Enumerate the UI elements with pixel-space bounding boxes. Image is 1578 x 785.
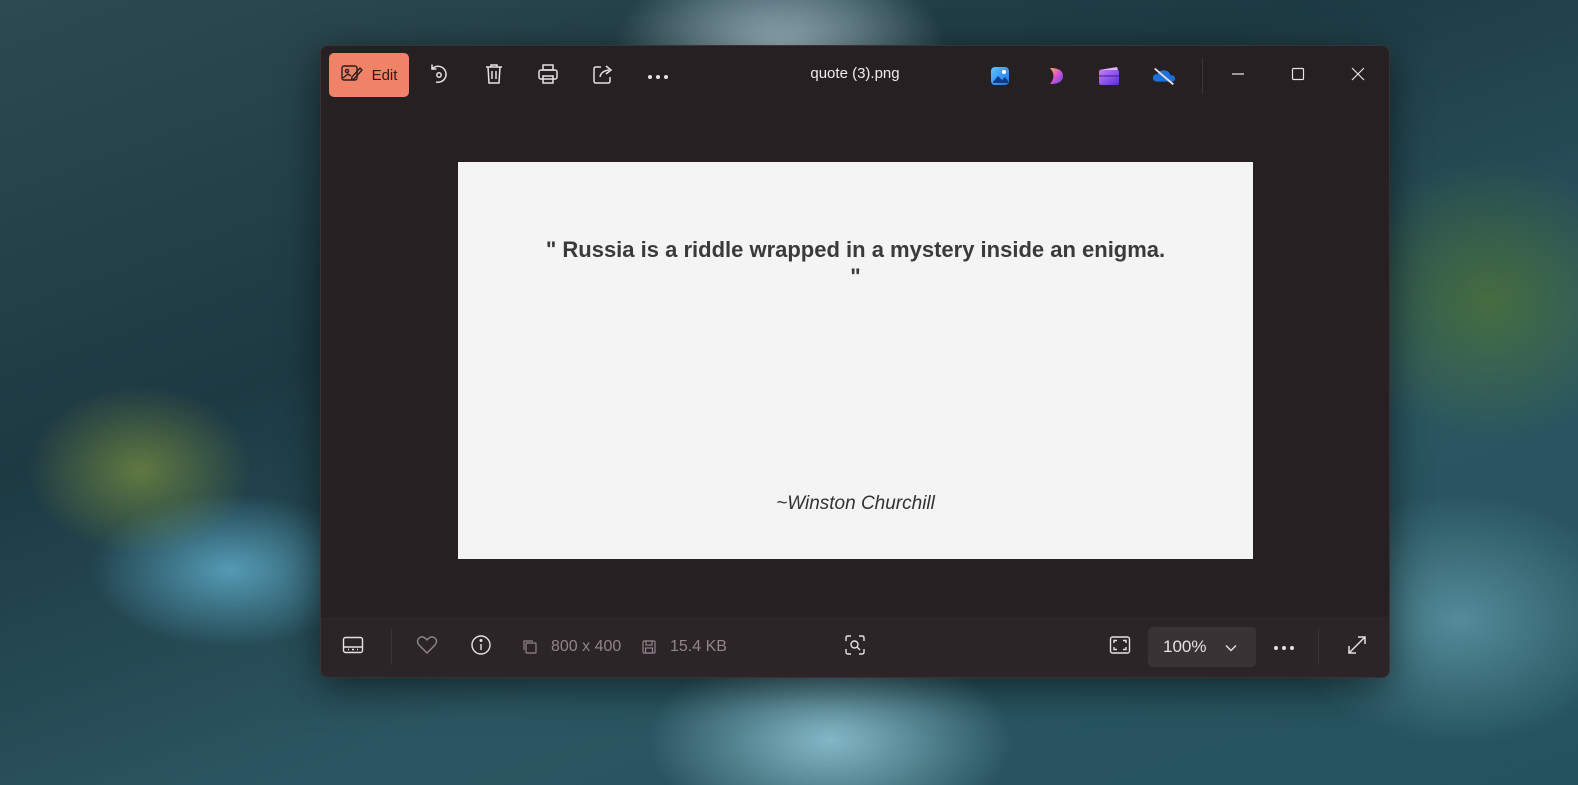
dimensions-icon <box>522 639 538 660</box>
zoom-level: 100% <box>1163 637 1207 656</box>
file-size-icon <box>641 639 657 660</box>
quote-text: " Russia is a riddle wrapped in a myster… <box>458 236 1253 290</box>
photos-app-icon[interactable] <box>987 63 1013 89</box>
rotate-icon <box>428 63 450 90</box>
bottom-more-button[interactable] <box>1262 625 1306 669</box>
close-button[interactable] <box>1334 54 1382 98</box>
zoom-dropdown[interactable]: 100% <box>1148 627 1256 667</box>
window-title: quote (3).png <box>810 65 900 82</box>
expand-icon <box>1347 635 1367 660</box>
filmstrip-button[interactable] <box>331 625 375 669</box>
file-info-button[interactable] <box>459 625 503 669</box>
photos-window: Edit quote (3).png " Russia is a riddle … <box>320 45 1390 678</box>
edit-button[interactable]: Edit <box>329 53 409 97</box>
bottombar-divider-right <box>1318 629 1319 665</box>
video-editor-icon[interactable] <box>1096 63 1122 89</box>
print-button[interactable] <box>526 54 570 98</box>
share-icon <box>592 63 614 90</box>
rotate-button[interactable] <box>417 54 461 98</box>
edit-label: Edit <box>371 66 398 84</box>
favorite-button[interactable] <box>405 625 449 669</box>
filmstrip-icon <box>342 636 364 659</box>
more-options-button[interactable] <box>636 54 680 98</box>
quote-line-2: " <box>850 264 861 289</box>
bottombar-divider-left <box>391 629 392 665</box>
visual-search-button[interactable] <box>833 625 877 669</box>
print-icon <box>537 63 559 90</box>
clipchamp-icon[interactable] <box>1043 63 1069 89</box>
close-icon <box>1351 67 1365 86</box>
quote-author: ~Winston Churchill <box>776 493 935 514</box>
full-screen-button[interactable] <box>1335 625 1379 669</box>
heart-icon <box>416 635 438 660</box>
image-canvas[interactable]: " Russia is a riddle wrapped in a myster… <box>458 162 1253 559</box>
more-icon <box>1273 638 1295 656</box>
title-bar: Edit quote (3).png <box>321 46 1389 106</box>
delete-button[interactable] <box>472 54 516 98</box>
maximize-button[interactable] <box>1274 54 1322 98</box>
quote-line-1: " Russia is a riddle wrapped in a myster… <box>545 237 1166 262</box>
minimize-button[interactable] <box>1214 54 1262 98</box>
fit-to-window-icon <box>1109 635 1131 660</box>
onedrive-icon[interactable] <box>1151 63 1177 89</box>
file-size: 15.4 KB <box>670 638 727 655</box>
chevron-down-icon <box>1225 637 1237 657</box>
delete-icon <box>484 63 504 90</box>
info-icon <box>470 634 492 661</box>
titlebar-divider <box>1202 58 1203 94</box>
fit-to-window-button[interactable] <box>1098 625 1142 669</box>
image-dimensions: 800 x 400 <box>551 638 622 655</box>
more-icon <box>647 67 669 85</box>
bottom-bar: 800 x 400 15.4 KB 100% <box>321 617 1389 677</box>
visual-search-icon <box>844 634 866 661</box>
edit-image-icon <box>340 63 363 87</box>
share-button[interactable] <box>581 54 625 98</box>
minimize-icon <box>1231 67 1245 86</box>
maximize-icon <box>1291 67 1305 86</box>
